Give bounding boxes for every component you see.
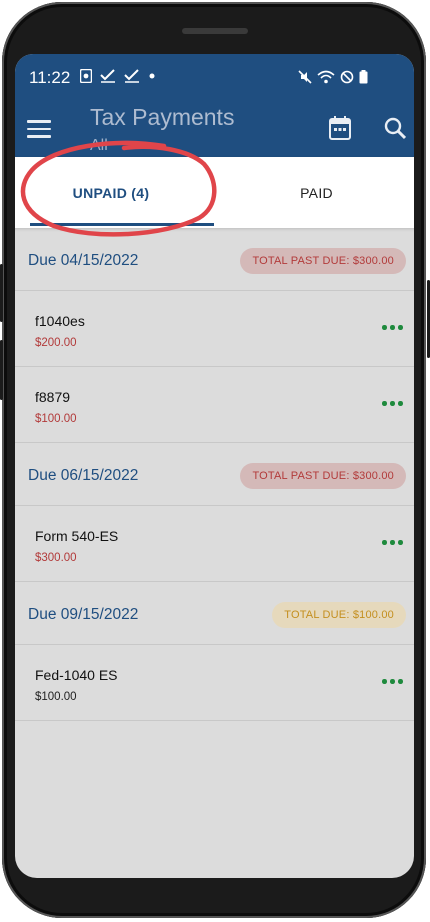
side-button-volume-down — [0, 340, 3, 400]
page-subtitle: All — [90, 137, 108, 154]
due-date: Due 04/15/2022 — [28, 252, 139, 269]
more-options-icon[interactable] — [382, 399, 404, 409]
notification-icons — [80, 66, 156, 86]
past-due-badge: TOTAL PAST DUE: $300.00 — [240, 248, 406, 274]
battery-icon — [359, 70, 368, 84]
more-options-icon[interactable] — [382, 538, 404, 548]
mute-icon — [298, 70, 312, 84]
payment-name: f1040es — [35, 313, 85, 329]
earpiece — [182, 28, 248, 34]
menu-icon[interactable] — [27, 120, 51, 138]
system-icons — [298, 67, 368, 87]
side-button-volume-up — [0, 264, 3, 322]
calendar-icon[interactable] — [329, 116, 351, 140]
do-not-disturb-icon — [340, 70, 354, 84]
payment-list: Due 04/15/2022 TOTAL PAST DUE: $300.00 f… — [15, 228, 414, 721]
page-title: Tax Payments — [90, 104, 235, 130]
payment-amount: $100.00 — [35, 413, 77, 425]
check-icon — [124, 69, 139, 83]
status-bar: 11:22 — [15, 54, 414, 100]
search-icon[interactable] — [384, 116, 406, 140]
total-due-badge: TOTAL DUE: $100.00 — [272, 602, 406, 628]
payment-amount: $300.00 — [35, 552, 77, 564]
payment-amount: $100.00 — [35, 691, 77, 703]
dot-icon — [149, 73, 155, 79]
tab-unpaid-label: UNPAID (4) — [72, 184, 150, 201]
tab-paid[interactable]: PAID — [214, 157, 414, 228]
payment-item[interactable]: f8879 $100.00 — [15, 367, 414, 443]
tab-selected-indicator — [30, 223, 214, 226]
tab-unpaid[interactable]: UNPAID (4) — [15, 157, 214, 228]
more-options-icon[interactable] — [382, 677, 404, 687]
check-icon — [100, 69, 115, 83]
due-date: Due 09/15/2022 — [28, 606, 139, 623]
tab-bar: UNPAID (4) PAID — [15, 157, 414, 228]
past-due-badge: TOTAL PAST DUE: $300.00 — [240, 463, 406, 489]
payment-name: Fed-1040 ES — [35, 667, 118, 683]
app-notification-icon — [80, 69, 92, 83]
due-section-header: Due 09/15/2022 TOTAL DUE: $100.00 — [15, 582, 414, 645]
tab-paid-label: PAID — [300, 184, 333, 201]
payment-name: Form 540-ES — [35, 528, 119, 544]
due-date: Due 06/15/2022 — [28, 467, 139, 484]
payment-amount: $200.00 — [35, 337, 77, 349]
payment-item[interactable]: Form 540-ES $300.00 — [15, 506, 414, 582]
due-section-header: Due 04/15/2022 TOTAL PAST DUE: $300.00 — [15, 228, 414, 291]
wifi-icon — [317, 70, 335, 84]
payment-item[interactable]: f1040es $200.00 — [15, 291, 414, 367]
due-section-header: Due 06/15/2022 TOTAL PAST DUE: $300.00 — [15, 443, 414, 506]
more-options-icon[interactable] — [382, 323, 404, 333]
app-bar: 11:22 Tax Payments All — [15, 54, 414, 157]
payment-name: f8879 — [35, 389, 71, 405]
payment-item[interactable]: Fed-1040 ES $100.00 — [15, 645, 414, 721]
status-time: 11:22 — [29, 68, 71, 87]
screen: 11:22 Tax Payments All UNPAID (4) PAID D… — [15, 54, 414, 878]
